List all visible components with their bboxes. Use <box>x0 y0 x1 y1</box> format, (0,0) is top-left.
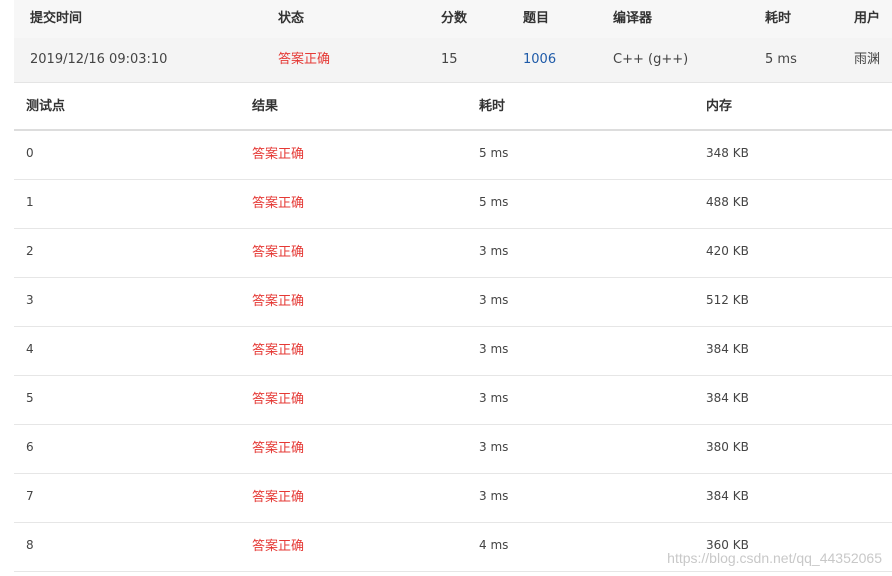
status-accepted[interactable]: 答案正确 <box>278 38 330 82</box>
testcase-id: 1 <box>26 195 34 209</box>
testcase-elapsed: 3 ms <box>479 293 509 307</box>
testcase-elapsed: 5 ms <box>479 195 509 209</box>
testcase-id: 4 <box>26 342 34 356</box>
testcase-memory: 380 KB <box>706 440 749 454</box>
testcase-memory: 488 KB <box>706 195 749 209</box>
table-row: 6 答案正确 3 ms 380 KB <box>14 425 892 474</box>
header-result: 结果 <box>252 99 279 114</box>
testcase-memory: 420 KB <box>706 244 749 258</box>
testcase-table-header: 测试点 结果 耗时 内存 <box>14 83 892 131</box>
testcase-id: 5 <box>26 391 34 405</box>
testcase-id: 6 <box>26 440 34 454</box>
header-compiler: 编译器 <box>613 11 653 26</box>
testcase-memory: 348 KB <box>706 146 749 160</box>
testcase-memory: 384 KB <box>706 391 749 405</box>
testcase-result: 答案正确 <box>252 539 305 554</box>
score-value: 15 <box>441 52 458 67</box>
testcase-result: 答案正确 <box>252 147 305 162</box>
testcase-table-body: 0 答案正确 5 ms 348 KB 1 答案正确 5 ms 488 KB 2 … <box>14 131 892 572</box>
testcase-elapsed: 3 ms <box>479 244 509 258</box>
header-score: 分数 <box>441 11 468 26</box>
testcase-id: 2 <box>26 244 34 258</box>
header-memory: 内存 <box>706 99 733 114</box>
header-problem: 题目 <box>523 11 550 26</box>
testcase-elapsed: 3 ms <box>479 342 509 356</box>
table-row: 1 答案正确 5 ms 488 KB <box>14 180 892 229</box>
table-row: 2 答案正确 3 ms 420 KB <box>14 229 892 278</box>
testcase-memory: 384 KB <box>706 489 749 503</box>
testcase-result: 答案正确 <box>252 392 305 407</box>
testcase-result: 答案正确 <box>252 441 305 456</box>
header-submit-time: 提交时间 <box>30 11 83 26</box>
testcase-id: 3 <box>26 293 34 307</box>
table-row: 3 答案正确 3 ms 512 KB <box>14 278 892 327</box>
submit-time: 2019/12/16 09:03:10 <box>30 52 168 67</box>
testcase-id: 0 <box>26 146 34 160</box>
table-row: 5 答案正确 3 ms 384 KB <box>14 376 892 425</box>
testcase-memory: 384 KB <box>706 342 749 356</box>
testcase-result: 答案正确 <box>252 294 305 309</box>
user-name[interactable]: 雨渊 <box>854 38 880 82</box>
submission-page: 提交时间 状态 分数 题目 编译器 耗时 用户 2019/12/16 09:03… <box>0 0 892 576</box>
table-row: 4 答案正确 3 ms 384 KB <box>14 327 892 376</box>
header-testcase: 测试点 <box>26 99 66 114</box>
elapsed-value: 5 ms <box>765 52 797 67</box>
testcase-elapsed: 3 ms <box>479 489 509 503</box>
compiler-value: C++ (g++) <box>613 52 689 67</box>
problem-link[interactable]: 1006 <box>523 38 556 82</box>
header-elapsed: 耗时 <box>765 11 792 26</box>
testcase-elapsed: 3 ms <box>479 391 509 405</box>
header-status: 状态 <box>278 11 305 26</box>
testcase-result: 答案正确 <box>252 343 305 358</box>
testcase-elapsed: 3 ms <box>479 440 509 454</box>
header-testcase-elapsed: 耗时 <box>479 99 506 114</box>
testcase-result: 答案正确 <box>252 490 305 505</box>
testcase-id: 7 <box>26 489 34 503</box>
testcase-id: 8 <box>26 538 34 552</box>
submission-table-header: 提交时间 状态 分数 题目 编译器 耗时 用户 <box>14 0 892 39</box>
watermark: https://blog.csdn.net/qq_44352065 <box>667 550 882 566</box>
testcase-result: 答案正确 <box>252 245 305 260</box>
table-row: 7 答案正确 3 ms 384 KB <box>14 474 892 523</box>
testcase-memory: 512 KB <box>706 293 749 307</box>
testcase-elapsed: 5 ms <box>479 146 509 160</box>
submission-row: 2019/12/16 09:03:10 答案正确 15 1006 C++ (g+… <box>14 38 892 83</box>
table-row: 0 答案正确 5 ms 348 KB <box>14 131 892 180</box>
testcase-elapsed: 4 ms <box>479 538 509 552</box>
testcase-result: 答案正确 <box>252 196 305 211</box>
header-user: 用户 <box>854 11 881 26</box>
